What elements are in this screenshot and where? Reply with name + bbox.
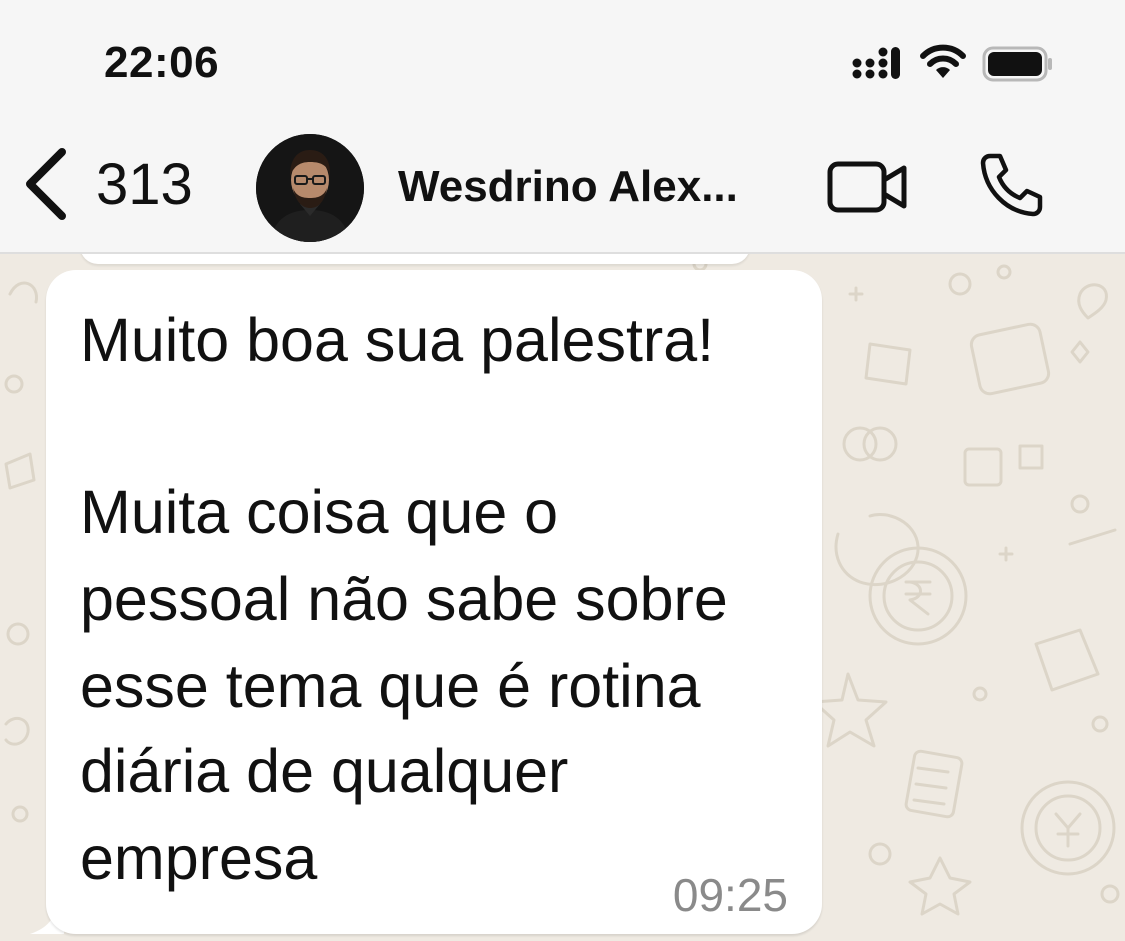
message-line: esse tema que é rotina [80,652,701,720]
voice-call-button[interactable] [976,150,1046,225]
video-call-button[interactable] [826,158,910,221]
phone-icon [980,153,1043,217]
status-time: 22:06 [104,38,220,87]
message-bubble[interactable]: Muito boa sua palestra! Muita coisa que … [46,270,822,934]
avatar-photo [256,134,364,242]
avatar[interactable] [256,134,364,242]
video-camera-icon [827,161,907,213]
chat-area[interactable]: Muito boa sua palestra! Muita coisa que … [0,254,1125,941]
cellular-signal-icon [852,47,900,79]
contact-name[interactable]: Wesdrino Alex... [398,162,738,212]
chat-screen: 22:06 313 Wesdrino Alex... Muito boa sua… [0,0,1125,941]
message-line: Muito boa sua palestra! [80,306,715,374]
wifi-icon [920,44,966,78]
previous-message-bubble [80,254,750,264]
unread-count: 313 [96,151,193,217]
battery-icon [982,46,1052,82]
top-bar: 22:06 313 Wesdrino Alex... [0,0,1125,254]
message-timestamp: 09:25 [672,869,788,921]
message-line: diária de qualquer [80,737,569,805]
message-line: Muita coisa que o [80,478,559,546]
message-line: empresa [80,824,318,892]
back-button[interactable]: 313 [22,144,193,224]
chevron-left-icon [26,148,66,220]
message-line: pessoal não sabe sobre [80,565,728,633]
